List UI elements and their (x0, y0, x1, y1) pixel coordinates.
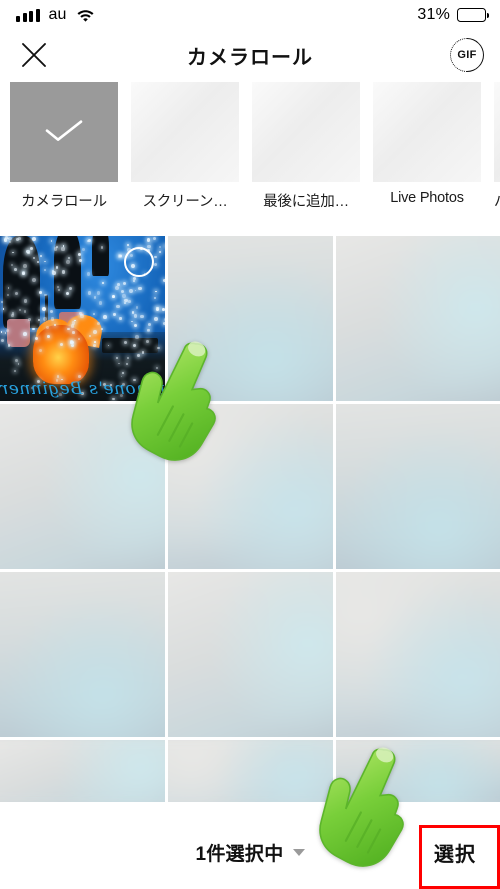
album-label: Live Photos (390, 190, 464, 206)
signal-bars-icon (16, 8, 40, 22)
checkmark-icon (45, 120, 83, 141)
photo-grid[interactable]: iPhone's Beginners (0, 236, 500, 816)
status-bar-left: au (16, 6, 95, 24)
status-bar: au 31% (0, 0, 500, 30)
gif-button-label: GIF (457, 49, 477, 61)
album-strip[interactable]: カメラロール スクリーン… 最後に追加… Live Photos パ (0, 82, 500, 220)
album-thumbnail (10, 82, 118, 182)
photo-grid-item-12[interactable] (336, 740, 500, 802)
album-thumbnail (373, 82, 481, 182)
album-item-screenshots[interactable]: スクリーン… (131, 82, 239, 220)
photo-grid-item-2[interactable] (168, 236, 333, 401)
photo-grid-item-3[interactable] (336, 236, 500, 401)
album-item-partial[interactable]: パ (494, 82, 500, 220)
battery-percent-label: 31% (417, 6, 450, 23)
select-button[interactable]: 選択 (410, 815, 500, 889)
selection-circle-icon[interactable] (124, 247, 154, 277)
wifi-icon (76, 8, 95, 22)
header-bar: カメラロール GIF (0, 30, 500, 80)
photo-grid-item-5[interactable] (168, 404, 333, 569)
photo-grid-item-4[interactable] (0, 404, 165, 569)
photo-grid-item-7[interactable] (0, 572, 165, 737)
app-screen: au 31% カメラロール GIF カメラロール スクリーン… 最後に追加… L… (0, 0, 500, 889)
album-thumbnail (252, 82, 360, 182)
album-label: 最後に追加… (263, 194, 349, 210)
caret-down-icon (292, 848, 305, 856)
selection-count-label: 1件選択中 (195, 843, 284, 865)
photo-grid-item-9[interactable] (336, 572, 500, 737)
photo-grid-item-6[interactable] (336, 404, 500, 569)
album-label: スクリーン… (142, 194, 228, 210)
album-label: パ (494, 190, 500, 211)
photo-grid-item-1[interactable]: iPhone's Beginners (0, 236, 165, 401)
album-item-live-photos[interactable]: Live Photos (373, 82, 481, 220)
album-item-camera-roll[interactable]: カメラロール (10, 82, 118, 220)
close-x-icon (22, 43, 46, 67)
photo-grid-item-10[interactable] (0, 740, 165, 802)
status-bar-right: 31% (417, 6, 489, 24)
album-thumbnail (494, 82, 500, 182)
selection-count-dropdown[interactable]: 1件選択中 (195, 839, 305, 866)
bottom-bar: 1件選択中 選択 (0, 815, 500, 889)
photo-grid-item-11[interactable] (168, 740, 333, 802)
gif-button[interactable]: GIF (442, 30, 492, 80)
album-thumbnail (131, 82, 239, 182)
album-label: カメラロール (21, 194, 107, 210)
photo-grid-item-8[interactable] (168, 572, 333, 737)
page-title: カメラロール (187, 46, 313, 69)
battery-icon (457, 8, 489, 22)
album-item-recently-added[interactable]: 最後に追加… (252, 82, 360, 220)
close-button[interactable] (14, 35, 54, 75)
carrier-label: au (48, 6, 67, 23)
